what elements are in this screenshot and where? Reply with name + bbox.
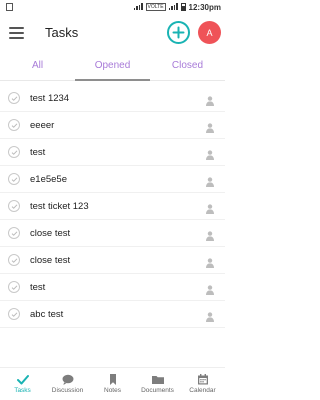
task-name: test <box>30 281 46 293</box>
add-task-button[interactable] <box>167 21 190 44</box>
filter-tabs: All Opened Closed <box>0 55 225 81</box>
nav-label: Documents <box>141 387 174 394</box>
bottom-nav: Tasks Discussion Notes Documents Calenda… <box>0 367 225 400</box>
signal-icon <box>133 2 143 12</box>
task-row[interactable]: test <box>0 139 225 166</box>
folder-icon <box>151 376 164 384</box>
check-circle-icon[interactable] <box>8 200 20 212</box>
task-list: test 1234 eeeer test e1e5e5e test ticket… <box>0 85 225 328</box>
person-icon <box>206 201 214 214</box>
task-name: close test <box>30 227 71 239</box>
task-name: test <box>30 146 46 158</box>
nav-documents[interactable]: Documents <box>135 374 180 394</box>
check-circle-icon[interactable] <box>8 92 20 104</box>
avatar[interactable]: A <box>198 21 221 44</box>
tab-opened[interactable]: Opened <box>75 55 150 81</box>
tab-closed[interactable]: Closed <box>150 55 225 80</box>
task-row[interactable]: test 1234 <box>0 85 225 112</box>
task-name: abc test <box>30 308 64 320</box>
check-circle-icon[interactable] <box>8 146 20 158</box>
task-row[interactable]: close test <box>0 220 225 247</box>
tasks-icon <box>16 375 29 385</box>
task-row[interactable]: eeeer <box>0 112 225 139</box>
check-circle-icon[interactable] <box>8 308 20 320</box>
person-icon <box>206 255 214 268</box>
nav-label: Notes <box>104 387 121 394</box>
person-icon <box>206 228 214 241</box>
task-name: e1e5e5e <box>30 173 67 185</box>
task-row[interactable]: close test <box>0 247 225 274</box>
page-title: Tasks <box>45 25 79 40</box>
calendar-icon <box>197 374 208 385</box>
nav-calendar[interactable]: Calendar <box>180 374 225 394</box>
task-name: eeeer <box>30 119 55 131</box>
nav-label: Tasks <box>14 387 31 394</box>
task-name: test 1234 <box>30 92 70 104</box>
status-bar: VOLTE 12:30pm <box>0 0 225 14</box>
person-icon <box>206 147 214 160</box>
nav-tasks[interactable]: Tasks <box>0 374 45 394</box>
chat-icon <box>62 374 73 385</box>
nav-label: Calendar <box>189 387 216 394</box>
check-circle-icon[interactable] <box>8 227 20 239</box>
nav-notes[interactable]: Notes <box>90 374 135 394</box>
check-circle-icon[interactable] <box>8 254 20 266</box>
person-icon <box>206 120 214 133</box>
nav-label: Discussion <box>51 387 84 394</box>
menu-icon[interactable] <box>9 27 24 39</box>
person-icon <box>206 174 214 187</box>
person-icon <box>206 282 214 295</box>
task-row[interactable]: e1e5e5e <box>0 166 225 193</box>
status-time: 12:30pm <box>188 2 221 12</box>
check-circle-icon[interactable] <box>8 281 20 293</box>
bookmark-icon <box>109 374 116 385</box>
battery-icon <box>180 3 186 11</box>
notification-icon <box>6 3 13 11</box>
signal-icon <box>168 2 178 12</box>
task-name: close test <box>30 254 71 266</box>
task-row[interactable]: abc test <box>0 301 225 328</box>
task-row[interactable]: test <box>0 274 225 301</box>
app-bar: Tasks A <box>0 14 225 54</box>
task-row[interactable]: test ticket 123 <box>0 193 225 220</box>
check-circle-icon[interactable] <box>8 173 20 185</box>
volte-badge: VOLTE <box>145 3 166 11</box>
task-name: test ticket 123 <box>30 200 89 212</box>
nav-discussion[interactable]: Discussion <box>45 374 90 394</box>
check-circle-icon[interactable] <box>8 119 20 131</box>
plus-icon <box>172 26 185 39</box>
tab-all[interactable]: All <box>0 55 75 80</box>
person-icon <box>206 309 214 322</box>
person-icon <box>206 93 214 106</box>
